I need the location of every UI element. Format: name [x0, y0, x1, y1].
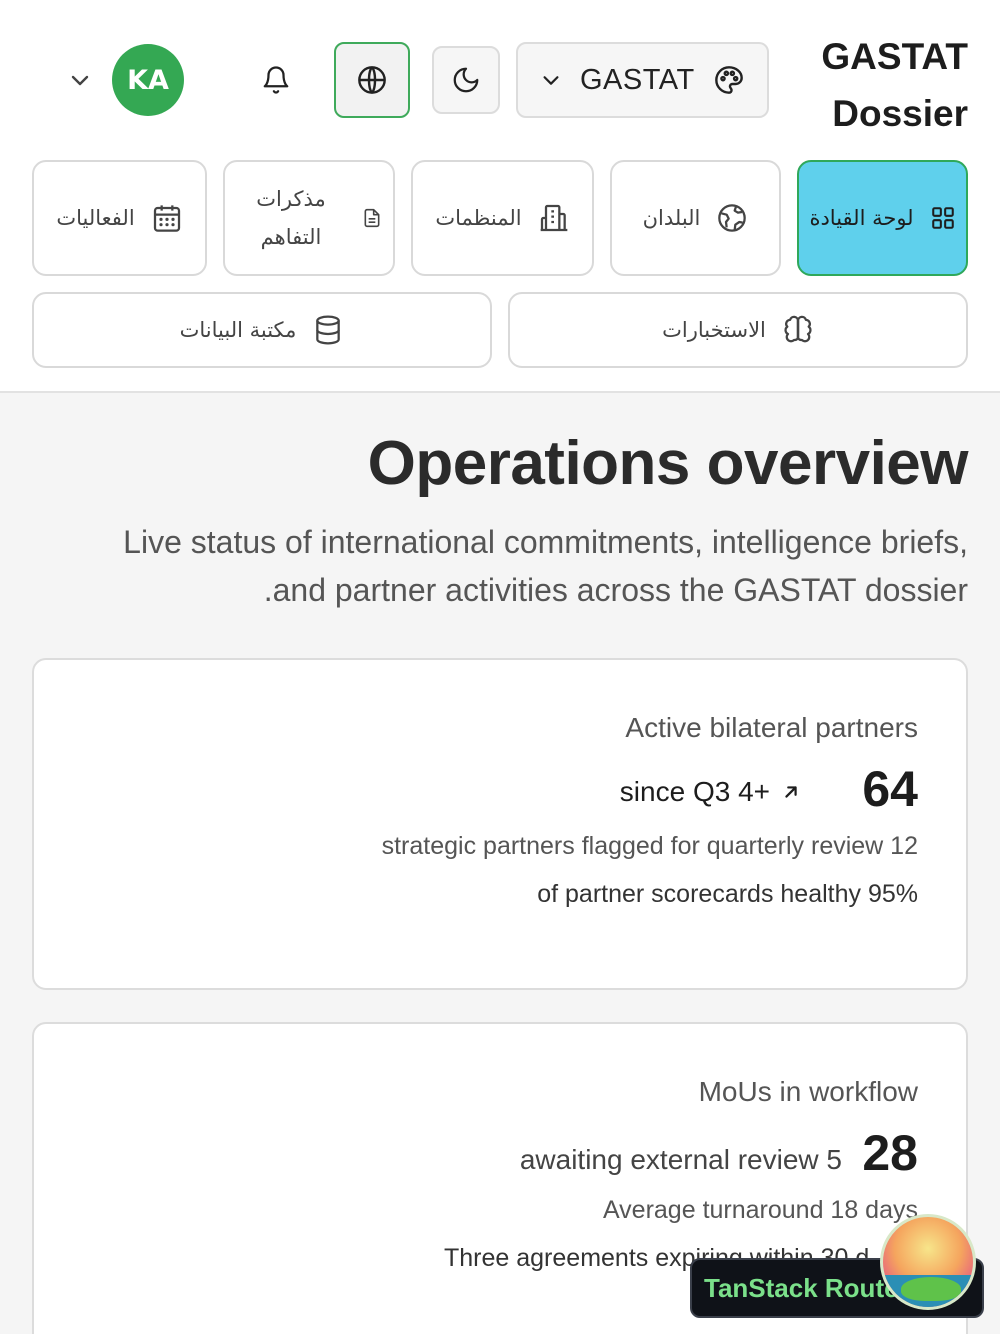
page-title: Operations overview [367, 429, 969, 498]
stat-delta: since Q3 4+ [620, 776, 802, 808]
language-button[interactable] [334, 42, 410, 118]
stat-detail-line: strategic partners flagged for quarterly… [381, 832, 918, 860]
nav-events-label: الفعاليات [56, 206, 135, 230]
document-icon [364, 208, 380, 228]
subtitle-line-2: .and partner activities across the GASTA… [263, 572, 968, 608]
stat-value: 64 [862, 761, 918, 817]
chevron-down-icon [543, 76, 559, 85]
palette-icon [714, 66, 743, 94]
stat-detail-line: Average turnaround 18 days [602, 1196, 918, 1224]
calendar-icon [153, 205, 180, 232]
card-title: MoUs in workflow [698, 1076, 918, 1107]
nav-dashboard[interactable]: لوحة القيادة [797, 160, 968, 276]
app-brand[interactable]: GASTAT Dossier [821, 28, 968, 142]
theme-toggle-button[interactable] [432, 46, 500, 114]
top-header: KA GASTAT GASTAT Dossier لوحة القيادة ال… [0, 0, 1000, 393]
nav-events[interactable]: الفعاليات [32, 160, 207, 276]
brand-line-2: Dossier [832, 93, 968, 134]
building-icon [540, 204, 567, 232]
delta-text: awaiting external review 5 [519, 1144, 842, 1175]
organization-select[interactable]: GASTAT [516, 42, 769, 118]
stat-value: 28 [862, 1125, 918, 1181]
nav-dashboard-label: لوحة القيادة [809, 206, 914, 230]
brain-icon [784, 315, 812, 343]
user-menu-chevron-icon[interactable] [66, 66, 94, 94]
stat-detail-line: of partner scorecards healthy 95% [537, 880, 918, 908]
tanstack-logo-icon [880, 1214, 976, 1310]
stat-card-partners: Active bilateral partners 64 since Q3 4+… [32, 658, 968, 990]
nav-countries-label: البلدان [642, 206, 701, 230]
organization-select-label: GASTAT [580, 63, 695, 96]
nav-data-library-label: مكتبة البيانات [179, 318, 297, 342]
devtools-label: TanStack Router [704, 1272, 909, 1303]
nav-data-library[interactable]: مكتبة البيانات [32, 292, 492, 368]
page-subtitle: Live status of international commitments… [48, 518, 968, 614]
nav-organizations[interactable]: المنظمات [411, 160, 594, 276]
nav-mous[interactable]: مذكرات التفاهم [223, 160, 395, 276]
card-title: Active bilateral partners [625, 712, 918, 743]
delta-text: since Q3 4+ [619, 776, 770, 807]
brand-line-1: GASTAT [821, 36, 968, 77]
nav-mous-label: مذكرات التفاهم [256, 187, 326, 249]
nav-organizations-label: المنظمات [435, 206, 522, 230]
nav-countries[interactable]: البلدان [610, 160, 781, 276]
stat-delta: awaiting external review 5 [520, 1144, 842, 1176]
globe-icon [358, 66, 386, 94]
tanstack-router-devtools-button[interactable]: TanStack Router [690, 1214, 984, 1318]
earth-icon [718, 204, 747, 232]
subtitle-line-1: Live status of international commitments… [123, 524, 968, 560]
moon-icon [453, 67, 479, 93]
database-icon [316, 315, 341, 345]
dashboard-grid-icon [931, 207, 954, 229]
avatar[interactable]: KA [112, 44, 184, 116]
nav-intelligence[interactable]: الاستخبارات [508, 292, 968, 368]
notifications-bell-icon[interactable] [256, 60, 296, 100]
nav-intelligence-label: الاستخبارات [662, 318, 766, 342]
arrow-up-right-icon [785, 786, 797, 798]
